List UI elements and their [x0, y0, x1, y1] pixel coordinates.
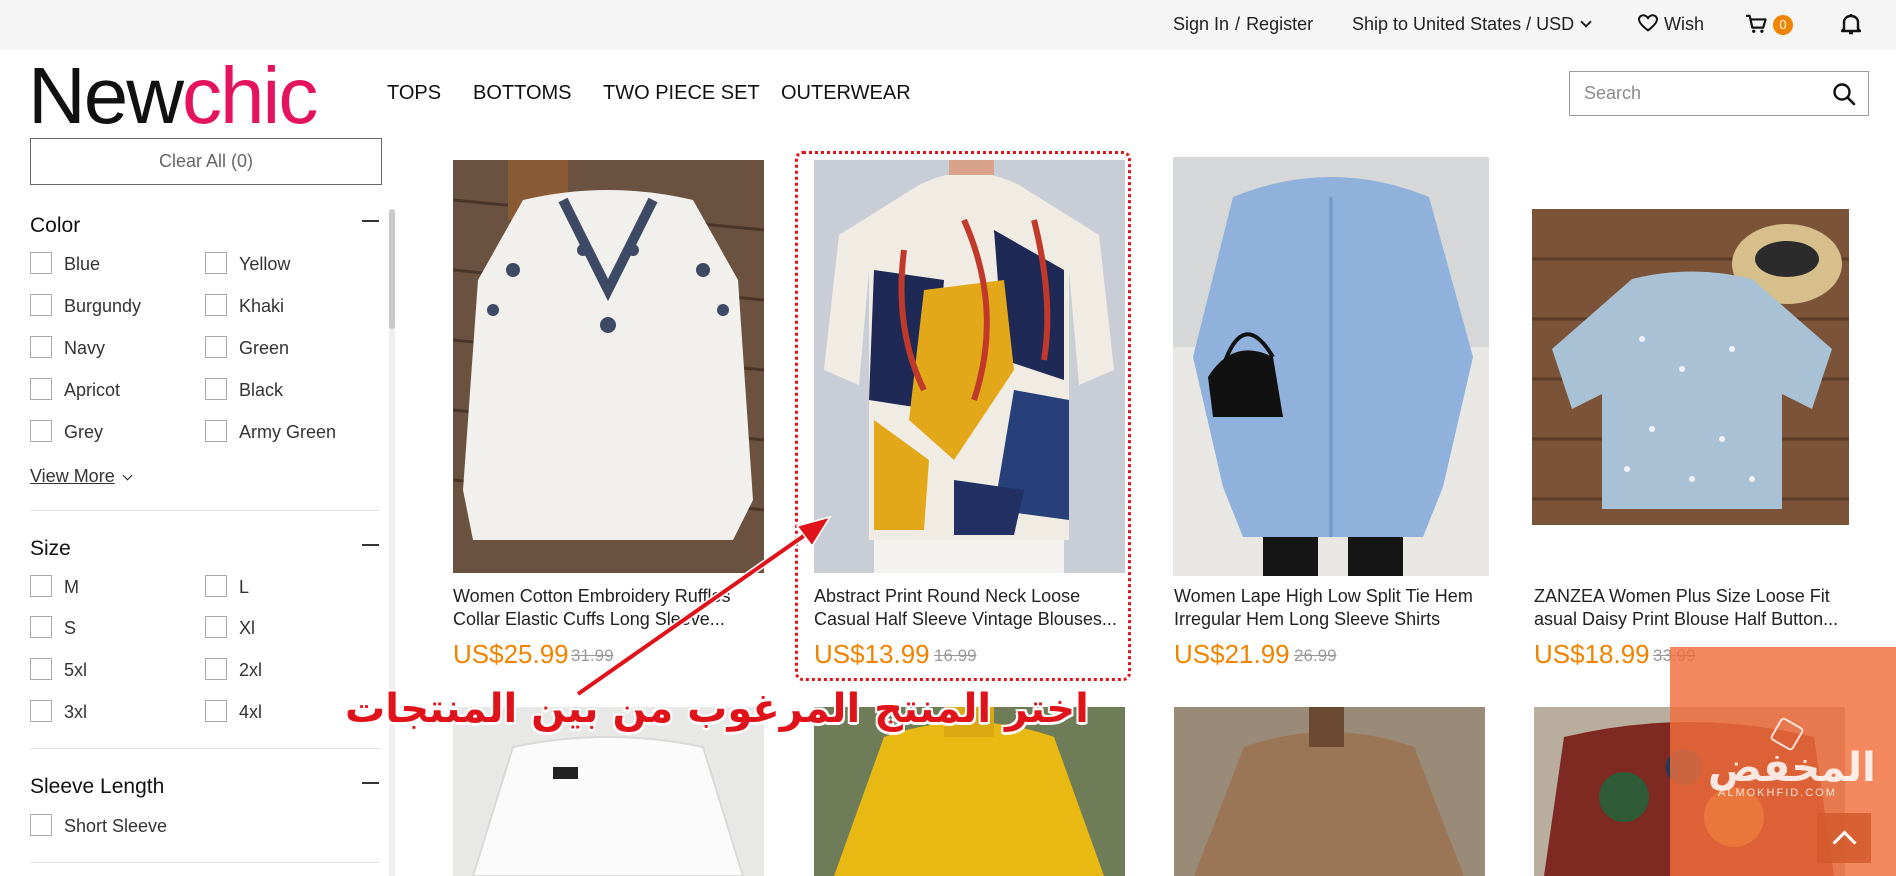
checkbox[interactable]	[30, 336, 52, 359]
sign-in-link[interactable]: Sign In	[1173, 14, 1229, 34]
account-links: Sign In / Register	[1173, 14, 1313, 35]
checkbox[interactable]	[30, 814, 52, 837]
search-box	[1569, 71, 1869, 116]
checkbox[interactable]	[30, 294, 52, 317]
size-option-5xl[interactable]: 5xl	[30, 658, 87, 682]
checkbox[interactable]	[205, 252, 227, 275]
wish-label: Wish	[1664, 14, 1704, 34]
color-option-green[interactable]: Green	[205, 336, 289, 360]
color-option-apricot[interactable]: Apricot	[30, 378, 120, 402]
divider	[30, 862, 380, 863]
chevron-down-icon	[1580, 16, 1592, 28]
nav-bottoms[interactable]: BOTTOMS	[473, 82, 572, 105]
selection-highlight	[795, 151, 1131, 681]
checkbox[interactable]	[30, 252, 52, 275]
search-input[interactable]	[1584, 83, 1824, 104]
size-option-4xl[interactable]: 4xl	[205, 700, 262, 724]
sleeve-collapse-minus-icon[interactable]	[362, 782, 379, 784]
product-price: US$18.99	[1534, 639, 1650, 669]
color-filter-title[interactable]: Color	[30, 214, 80, 238]
checkbox[interactable]	[30, 658, 52, 681]
product-old-price: 26.99	[1294, 646, 1337, 665]
nav-tops[interactable]: TOPS	[387, 82, 441, 105]
sleeve-option-short-sleeve[interactable]: Short Sleeve	[30, 814, 167, 838]
product-image[interactable]	[1174, 707, 1485, 876]
sidebar-scrollbar[interactable]	[389, 209, 395, 876]
product-price: US$21.99	[1174, 639, 1290, 669]
color-option-yellow[interactable]: Yellow	[205, 252, 290, 276]
checkbox[interactable]	[30, 575, 52, 598]
size-collapse-minus-icon[interactable]	[362, 544, 379, 546]
watermark-site: ALMOKHFID.COM	[1718, 787, 1837, 799]
checkbox[interactable]	[30, 616, 52, 639]
register-link[interactable]: Register	[1246, 14, 1313, 34]
product-title[interactable]: Women Cotton Embroidery Ruffles Collar E…	[453, 585, 773, 631]
color-option-navy[interactable]: Navy	[30, 336, 105, 360]
product-image[interactable]	[453, 160, 764, 573]
product-old-price: 31.99	[571, 646, 614, 665]
product-title[interactable]: ZANZEA Women Plus Size Loose Fit asual D…	[1534, 585, 1854, 631]
newchic-logo[interactable]: Newchic	[28, 56, 318, 136]
cart-count-badge: 0	[1773, 15, 1793, 35]
watermark-name: المخفض	[1708, 745, 1876, 791]
clear-all-button[interactable]: Clear All (0)	[30, 138, 382, 185]
divider	[30, 748, 380, 749]
account-separator: /	[1235, 14, 1241, 34]
notification-button[interactable]	[1840, 13, 1862, 40]
filter-sidebar: Clear All (0) Color Blue Yellow Burgundy…	[0, 132, 400, 876]
checkbox[interactable]	[205, 575, 227, 598]
size-option-xl[interactable]: Xl	[205, 616, 255, 640]
checkbox[interactable]	[205, 658, 227, 681]
product-image[interactable]	[814, 707, 1125, 876]
product-price: US$25.99	[453, 639, 569, 669]
checkbox[interactable]	[205, 336, 227, 359]
color-option-burgundy[interactable]: Burgundy	[30, 294, 141, 318]
nav-outerwear[interactable]: OUTERWEAR	[781, 82, 911, 105]
checkbox[interactable]	[30, 378, 52, 401]
checkbox[interactable]	[205, 378, 227, 401]
size-option-s[interactable]: S	[30, 616, 76, 640]
scrollbar-thumb[interactable]	[389, 209, 395, 329]
size-option-m[interactable]: M	[30, 575, 79, 599]
color-option-army-green[interactable]: Army Green	[205, 420, 336, 444]
product-title[interactable]: Women Lape High Low Split Tie Hem Irregu…	[1174, 585, 1494, 631]
product-image[interactable]	[1532, 209, 1849, 525]
checkbox[interactable]	[205, 700, 227, 723]
checkbox[interactable]	[205, 616, 227, 639]
view-more-link[interactable]: View More	[30, 466, 133, 487]
nav-two-piece-set[interactable]: TWO PIECE SET	[603, 82, 760, 105]
color-option-grey[interactable]: Grey	[30, 420, 103, 444]
chevron-down-icon	[122, 470, 133, 481]
size-option-2xl[interactable]: 2xl	[205, 658, 262, 682]
size-option-l[interactable]: L	[205, 575, 249, 599]
ship-to-label: Ship to United States / USD	[1352, 14, 1575, 34]
color-option-blue[interactable]: Blue	[30, 252, 100, 276]
checkbox[interactable]	[30, 420, 52, 443]
size-filter-title[interactable]: Size	[30, 537, 71, 561]
product-image[interactable]	[1173, 157, 1489, 576]
wish-link[interactable]: Wish	[1637, 14, 1704, 35]
cart-icon	[1746, 14, 1767, 33]
checkbox[interactable]	[205, 420, 227, 443]
sleeve-length-filter-title[interactable]: Sleeve Length	[30, 775, 164, 799]
heart-icon	[1637, 14, 1659, 32]
annotation-text: اختر المنتج المرغوب من بين المنتجات	[345, 686, 1089, 732]
back-to-top-arrow-up-icon[interactable]	[1817, 813, 1871, 863]
bell-icon	[1840, 14, 1862, 35]
divider	[30, 510, 380, 511]
color-collapse-minus-icon[interactable]	[362, 220, 379, 222]
checkbox[interactable]	[205, 294, 227, 317]
checkbox[interactable]	[30, 700, 52, 723]
top-utility-bar: Sign In / Register Ship to United States /…	[0, 0, 1896, 50]
color-option-khaki[interactable]: Khaki	[205, 294, 284, 318]
ship-to-selector[interactable]: Ship to United States / USD	[1352, 14, 1592, 35]
color-option-black[interactable]: Black	[205, 378, 283, 402]
product-image[interactable]	[453, 707, 764, 876]
search-icon[interactable]	[1832, 82, 1856, 106]
cart-button[interactable]: 0	[1745, 14, 1793, 37]
size-option-3xl[interactable]: 3xl	[30, 700, 87, 724]
